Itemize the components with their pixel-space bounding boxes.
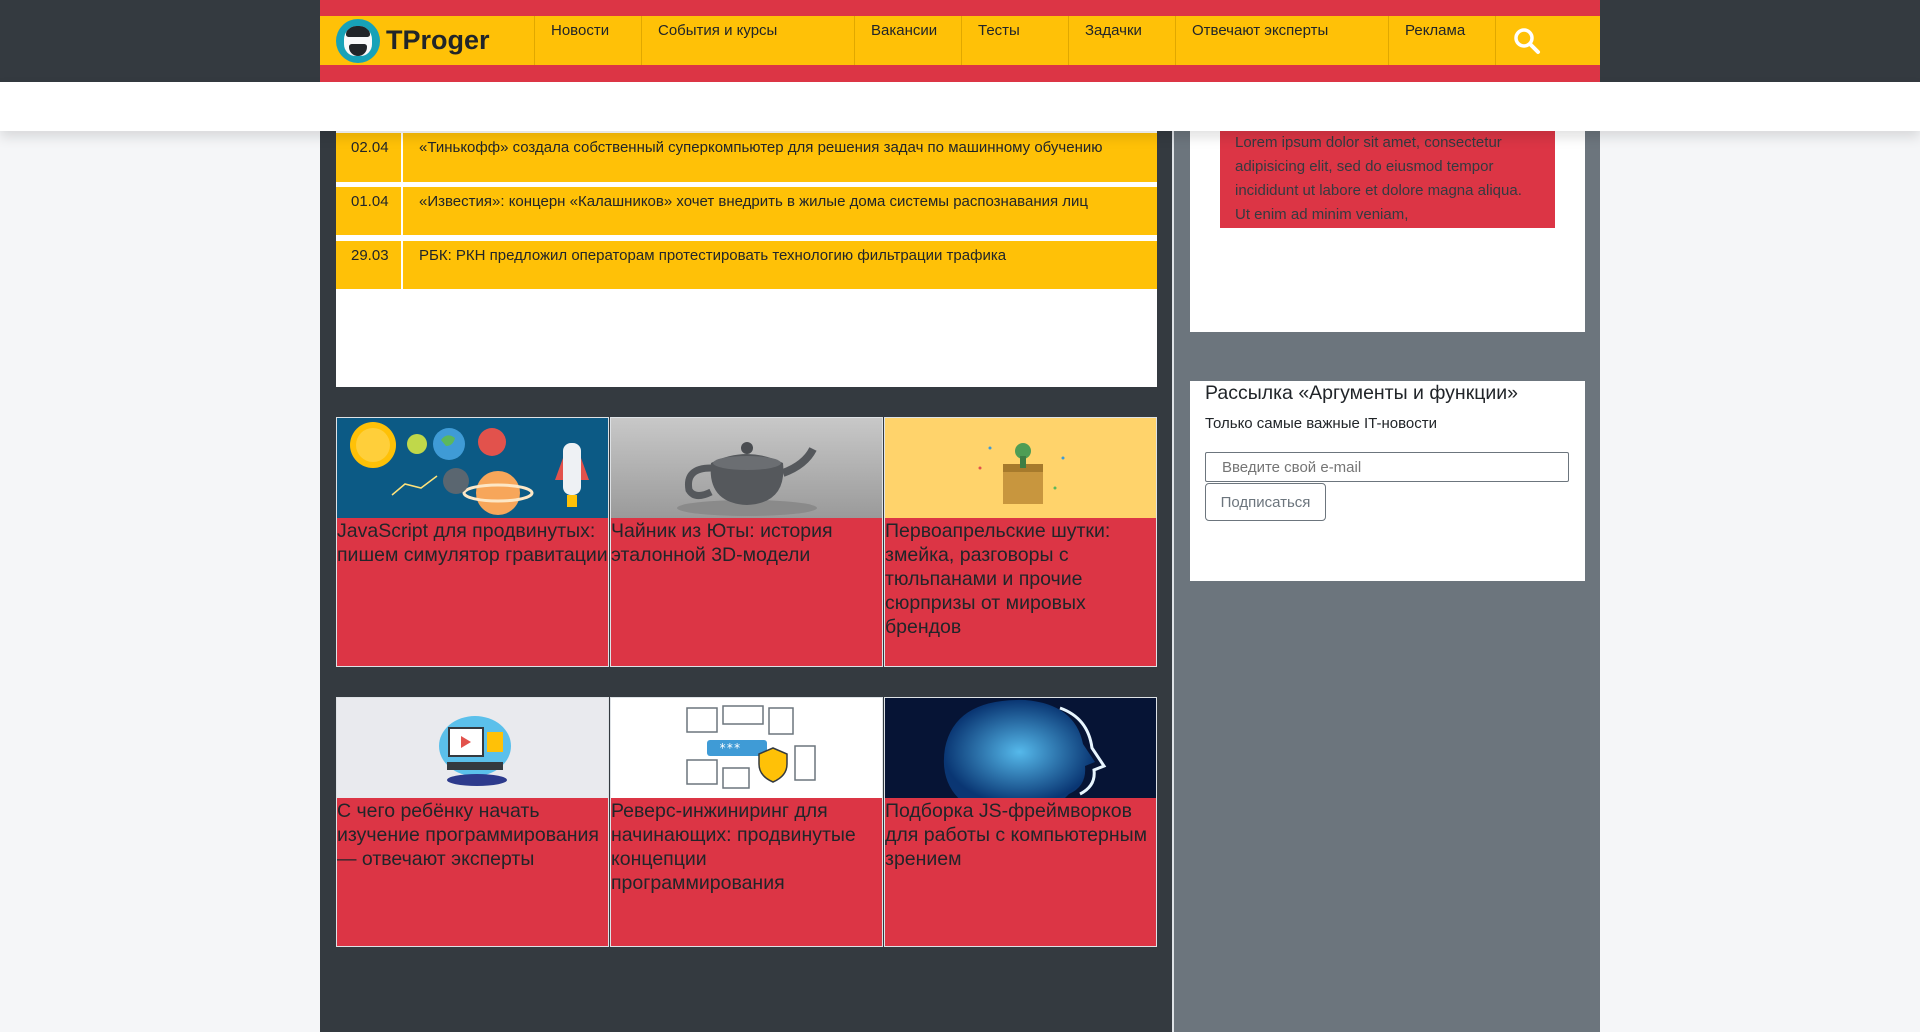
main-nav: TProger Новости События и курсы Вакансии…	[320, 16, 1600, 65]
article-cards-row: JavaScript для продвинутых: пишем симуля…	[336, 417, 1157, 667]
article-title: Реверс-инжиниринг для начинающих: продви…	[611, 800, 856, 894]
news-date: 29.03	[336, 241, 403, 289]
article-title: Подборка JS-фреймворков для работы с ком…	[885, 800, 1148, 870]
svg-text:***: ***	[719, 741, 741, 755]
promo-text: Lorem ipsum dolor sit amet, consectetur …	[1220, 131, 1555, 228]
article-card[interactable]: Первоапрельские шутки: змейка, разговоры…	[884, 417, 1157, 667]
sidebar: Lorem ipsum dolor sit amet, consectetur …	[1172, 82, 1600, 1032]
email-field[interactable]	[1205, 452, 1569, 482]
nav-item-tasks[interactable]: Задачки	[1069, 16, 1176, 65]
newsletter-subtitle: Только самые важные IT-новости	[1205, 415, 1438, 432]
nav-item-news[interactable]: Новости	[535, 16, 642, 65]
article-title: JavaScript для продвинутых: пишем симуля…	[337, 520, 608, 566]
logo-text: TProger	[386, 25, 490, 55]
newsletter-widget: Рассылка «Аргументы и функции» Только са…	[1190, 381, 1585, 581]
article-card[interactable]: *** Реверс-инжиниринг для начинающих: пр…	[610, 697, 883, 947]
nav-item-tests[interactable]: Тесты	[962, 16, 1069, 65]
article-title: С чего ребёнку начать изучение программи…	[337, 800, 599, 870]
article-card[interactable]: JavaScript для продвинутых: пишем симуля…	[336, 417, 609, 667]
article-title: Первоапрельские шутки: змейка, разговоры…	[885, 520, 1111, 638]
header-strip	[0, 82, 1920, 131]
nav-item-experts[interactable]: Отвечают эксперты	[1176, 16, 1389, 65]
news-title: «Известия»: концерн «Калашников» хочет в…	[419, 193, 1089, 210]
nav-item-ads[interactable]: Реклама	[1389, 16, 1496, 65]
article-image	[885, 418, 1156, 518]
article-image	[337, 418, 608, 518]
article-image	[885, 698, 1156, 798]
site-header: TProger Новости События и курсы Вакансии…	[320, 0, 1600, 82]
article-card[interactable]: Чайник из Юты: история эталонной 3D-моде…	[610, 417, 883, 667]
news-date: 01.04	[336, 187, 403, 235]
main-content: 02.04 «Тинькофф» создала собственный суп…	[320, 82, 1172, 1032]
news-list: 02.04 «Тинькофф» создала собственный суп…	[336, 131, 1157, 387]
sidebar-widget: Lorem ipsum dolor sit amet, consectetur …	[1190, 131, 1585, 332]
news-item[interactable]: 01.04 «Известия»: концерн «Калашников» х…	[336, 187, 1157, 235]
news-title: «Тинькофф» создала собственный суперкомп…	[419, 139, 1103, 156]
site-logo[interactable]: TProger	[320, 16, 535, 65]
logo-icon	[336, 18, 380, 63]
article-image	[337, 698, 608, 798]
article-card[interactable]: С чего ребёнку начать изучение программи…	[336, 697, 609, 947]
subscribe-button[interactable]: Подписаться	[1205, 483, 1326, 521]
news-title: РБК: РКН предложил операторам протестиро…	[419, 247, 1007, 264]
article-card[interactable]: Подборка JS-фреймворков для работы с ком…	[884, 697, 1157, 947]
nav-item-vacancies[interactable]: Вакансии	[855, 16, 962, 65]
newsletter-title: Рассылка «Аргументы и функции»	[1205, 382, 1519, 404]
news-date: 02.04	[336, 133, 403, 182]
article-cards-row: С чего ребёнку начать изучение программи…	[336, 697, 1157, 947]
search-button[interactable]	[1496, 16, 1558, 65]
article-image: ***	[611, 698, 882, 798]
article-image	[611, 418, 882, 518]
search-icon	[1514, 27, 1540, 54]
news-item[interactable]: 29.03 РБК: РКН предложил операторам прот…	[336, 241, 1157, 289]
news-item[interactable]: 02.04 «Тинькофф» создала собственный суп…	[336, 133, 1157, 182]
nav-item-events[interactable]: События и курсы	[642, 16, 855, 65]
article-title: Чайник из Юты: история эталонной 3D-моде…	[611, 520, 833, 566]
